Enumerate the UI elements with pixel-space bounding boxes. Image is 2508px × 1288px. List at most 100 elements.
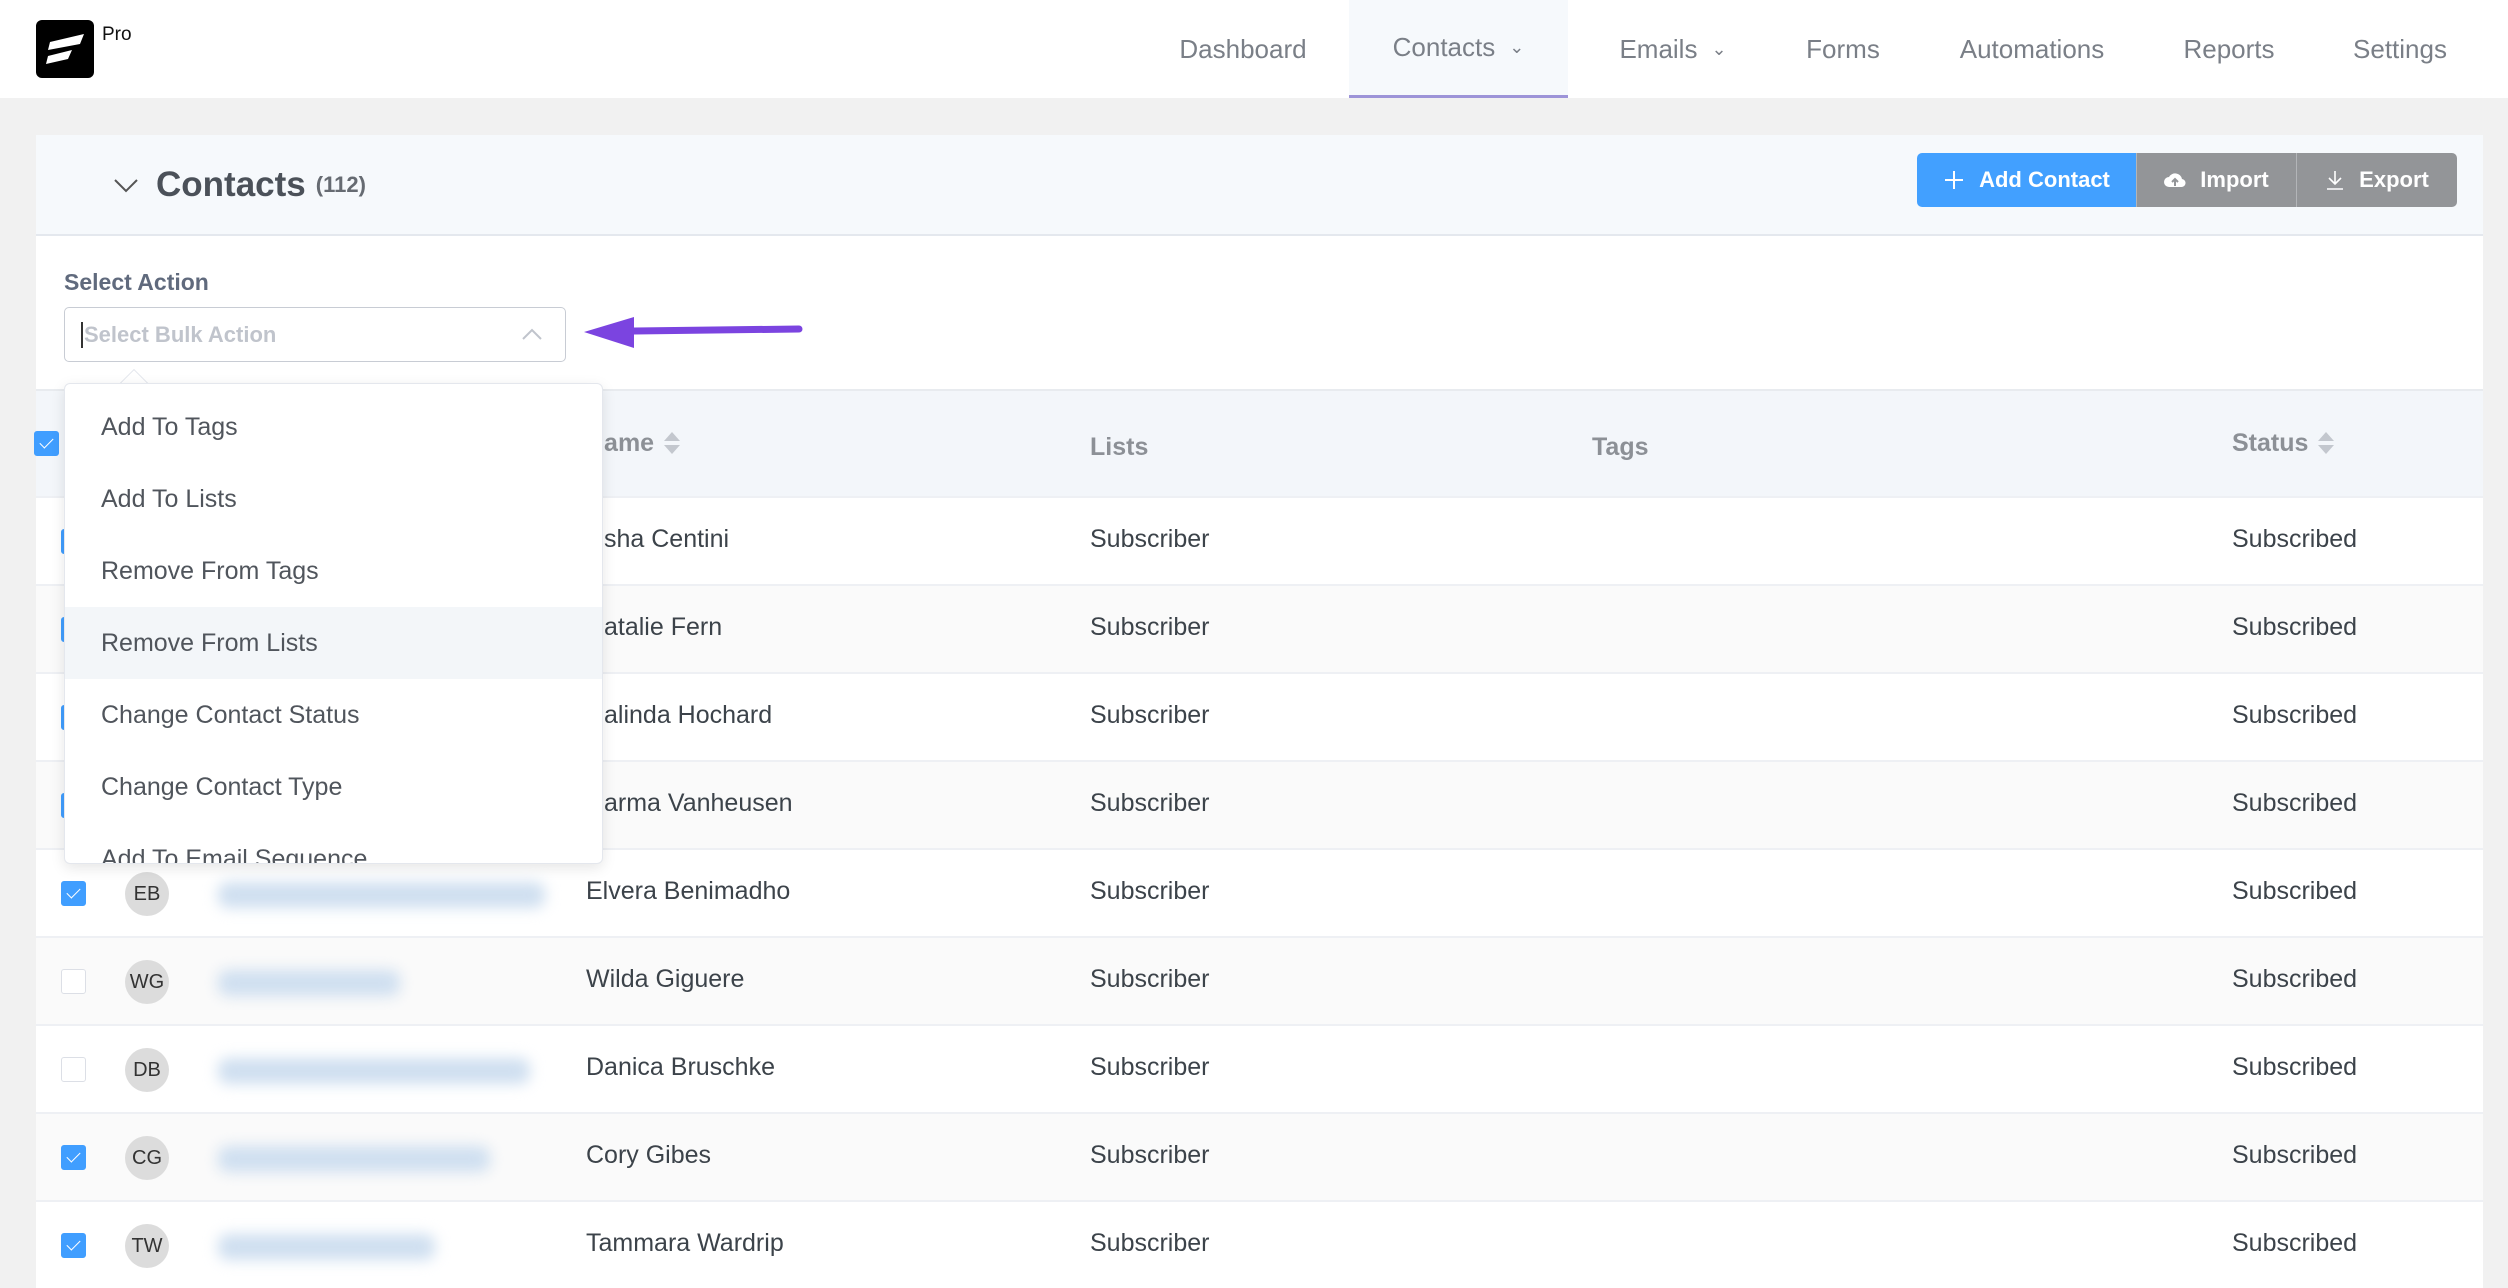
- nav-dashboard[interactable]: Dashboard: [1160, 0, 1326, 98]
- dropdown-option[interactable]: Change Contact Status: [65, 679, 602, 751]
- bulk-action-select[interactable]: Select Bulk Action: [64, 307, 566, 362]
- column-tags: Tags: [1592, 433, 1649, 461]
- table-row[interactable]: CG Cory Gibes Subscriber Subscribed: [36, 1112, 2483, 1200]
- nav-contacts[interactable]: Contacts ⌄: [1349, 0, 1568, 98]
- bulk-action-placeholder: Select Bulk Action: [81, 322, 276, 348]
- nav-label: Forms: [1806, 33, 1880, 64]
- contact-list: Subscriber: [1090, 877, 1210, 905]
- add-contact-button[interactable]: Add Contact: [1917, 153, 2136, 207]
- contact-name[interactable]: atalie Fern: [604, 613, 722, 642]
- nav-reports[interactable]: Reports: [2150, 0, 2308, 98]
- contact-list: Subscriber: [1090, 613, 1210, 641]
- contact-status: Subscribed: [2232, 789, 2358, 817]
- nav-label: Reports: [2183, 33, 2275, 64]
- dropdown-option[interactable]: Add To Lists: [65, 463, 602, 535]
- import-label: Import: [2200, 167, 2269, 192]
- contact-name[interactable]: Cory Gibes: [586, 1141, 711, 1170]
- contact-name[interactable]: arma Vanheusen: [604, 789, 793, 818]
- contact-list: Subscriber: [1090, 525, 1210, 553]
- contact-list: Subscriber: [1090, 789, 1210, 817]
- table-row[interactable]: WG Wilda Giguere Subscriber Subscribed: [36, 936, 2483, 1024]
- avatar: EB: [125, 872, 169, 916]
- sort-icon[interactable]: [2318, 431, 2335, 457]
- bulk-action-dropdown: Add To Tags Add To Lists Remove From Tags R…: [64, 383, 603, 864]
- email-redacted: [218, 1146, 490, 1172]
- table-row[interactable]: DB Danica Bruschke Subscriber Subscribed: [36, 1024, 2483, 1112]
- dropdown-option[interactable]: Add To Tags: [65, 391, 602, 463]
- contact-name[interactable]: alinda Hochard: [604, 701, 772, 730]
- export-label: Export: [2359, 167, 2429, 192]
- export-button[interactable]: Export: [2296, 153, 2457, 207]
- column-status-label: Status: [2232, 429, 2309, 457]
- table-row[interactable]: TW Tammara Wardrip Subscriber Subscribed: [36, 1200, 2483, 1288]
- contact-count: (112): [315, 172, 366, 197]
- contact-status: Subscribed: [2232, 1229, 2358, 1257]
- download-icon: [2327, 171, 2344, 190]
- email-redacted: [218, 882, 545, 908]
- contact-status: Subscribed: [2232, 525, 2358, 553]
- dropdown-option[interactable]: Add To Email Sequence: [65, 823, 602, 863]
- chevron-down-icon: ⌄: [1509, 37, 1525, 57]
- dropdown-option[interactable]: Remove From Lists: [65, 607, 602, 679]
- row-checkbox[interactable]: [61, 969, 86, 994]
- contact-name[interactable]: Danica Bruschke: [586, 1053, 775, 1082]
- contact-status: Subscribed: [2232, 613, 2358, 641]
- annotation-arrow-icon: [584, 317, 803, 348]
- chevron-down-icon[interactable]: [112, 171, 140, 199]
- app-logo[interactable]: [36, 20, 94, 78]
- contact-name[interactable]: Wilda Giguere: [586, 965, 744, 994]
- row-checkbox[interactable]: [61, 1233, 86, 1258]
- action-button-group: Add Contact Import Export: [1917, 153, 2457, 207]
- top-navigation: Pro Dashboard Contacts ⌄ Emails ⌄ Forms Automa…: [0, 0, 2508, 98]
- contact-name[interactable]: Elvera Benimadho: [586, 877, 790, 906]
- contact-list: Subscriber: [1090, 965, 1210, 993]
- nav-label: Settings: [2353, 33, 2447, 64]
- contact-list: Subscriber: [1090, 701, 1210, 729]
- import-button[interactable]: Import: [2136, 153, 2296, 207]
- email-redacted: [218, 1058, 530, 1084]
- contact-status: Subscribed: [2232, 877, 2358, 905]
- contacts-card: Contacts (112) Add Contact Import Export…: [34, 135, 2483, 1288]
- logo-icon: [46, 34, 84, 64]
- email-redacted: [218, 1234, 435, 1260]
- title-text: Contacts: [156, 165, 306, 204]
- chevron-down-icon: ⌄: [1711, 38, 1727, 59]
- row-checkbox[interactable]: [61, 881, 86, 906]
- column-lists: Lists: [1090, 433, 1149, 461]
- dropdown-option[interactable]: Change Contact Type: [65, 751, 602, 823]
- nav-automations[interactable]: Automations: [1935, 0, 2129, 98]
- nav-label: Dashboard: [1179, 33, 1307, 64]
- contact-list: Subscriber: [1090, 1141, 1210, 1169]
- select-action-label: Select Action: [64, 269, 209, 295]
- nav-emails[interactable]: Emails ⌄: [1600, 0, 1746, 98]
- column-status[interactable]: Status: [2232, 429, 2335, 458]
- contact-name[interactable]: sha Centini: [604, 525, 729, 554]
- page-title: Contacts (112): [112, 165, 366, 205]
- avatar: DB: [125, 1048, 169, 1092]
- sort-icon[interactable]: [664, 431, 681, 457]
- contact-status: Subscribed: [2232, 1141, 2358, 1169]
- nav-label: Emails: [1619, 33, 1698, 64]
- nav-forms[interactable]: Forms: [1790, 0, 1896, 98]
- contact-name[interactable]: Tammara Wardrip: [586, 1229, 784, 1258]
- contact-list: Subscriber: [1090, 1053, 1210, 1081]
- nav-settings[interactable]: Settings: [2330, 0, 2470, 98]
- row-checkbox[interactable]: [61, 1057, 86, 1082]
- avatar: CG: [125, 1136, 169, 1180]
- plus-icon: [1945, 171, 1964, 189]
- chevron-up-icon: [522, 328, 542, 340]
- avatar: WG: [125, 960, 169, 1004]
- nav-label: Contacts: [1392, 32, 1496, 62]
- contact-status: Subscribed: [2232, 965, 2358, 993]
- card-header: Contacts (112) Add Contact Import Export: [36, 135, 2483, 236]
- contact-status: Subscribed: [2232, 701, 2358, 729]
- add-contact-label: Add Contact: [1979, 167, 2110, 192]
- plan-badge: Pro: [102, 24, 132, 45]
- contact-list: Subscriber: [1090, 1229, 1210, 1257]
- email-redacted: [218, 970, 400, 996]
- dropdown-option[interactable]: Remove From Tags: [65, 535, 602, 607]
- nav-label: Automations: [1959, 33, 2105, 64]
- row-checkbox[interactable]: [61, 1145, 86, 1170]
- avatar: TW: [125, 1224, 169, 1268]
- select-all-checkbox[interactable]: [34, 431, 59, 456]
